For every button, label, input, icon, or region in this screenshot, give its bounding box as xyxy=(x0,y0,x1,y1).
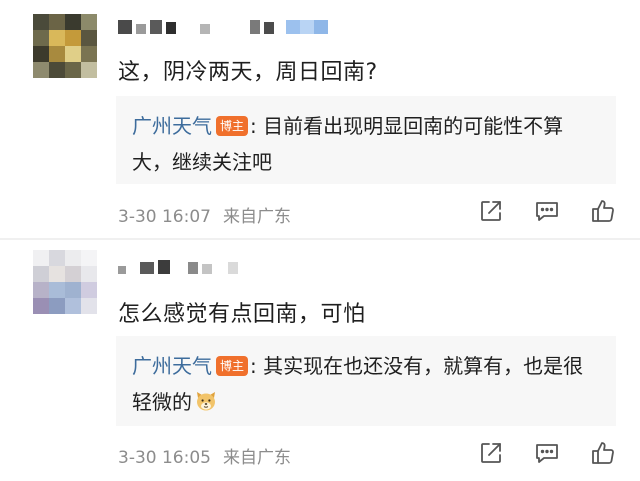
blogger-badge: 博主 xyxy=(216,356,249,376)
comment-meta: 3-30 16:05 来自广东 xyxy=(118,443,291,468)
comment-text: 怎么感觉有点回南，可怕 xyxy=(118,302,366,327)
reply-author-link[interactable]: 广州天气 xyxy=(132,354,212,378)
reply-author-link[interactable]: 广州天气 xyxy=(132,114,212,138)
comment-location: 来自广东 xyxy=(222,448,291,468)
blogger-reply[interactable]: 广州天气 博主: 其实现在也还没有，就算有，也是很轻微的 xyxy=(116,336,616,426)
thumbs-up-icon[interactable] xyxy=(590,198,616,224)
comment-time: 3-30 16:05 xyxy=(118,448,211,468)
comment-location: 来自广东 xyxy=(222,207,291,227)
username-redacted[interactable] xyxy=(118,16,338,38)
comment-text: 这，阴冷两天，周日回南? xyxy=(118,60,378,85)
comment-actions xyxy=(478,440,616,466)
comment-item: 怎么感觉有点回南，可怕 广州天气 博主: 其实现在也还没有，就算有，也是很轻微的 … xyxy=(0,240,640,481)
blogger-badge: 博主 xyxy=(216,116,249,136)
doge-emoji-icon xyxy=(197,392,215,411)
thumbs-up-icon[interactable] xyxy=(590,440,616,466)
comment-icon[interactable] xyxy=(534,440,560,466)
blogger-reply[interactable]: 广州天气 博主: 目前看出现明显回南的可能性不算大，继续关注吧 xyxy=(116,96,616,184)
comment-item: 这，阴冷两天，周日回南? 广州天气 博主: 目前看出现明显回南的可能性不算大，继续… xyxy=(0,0,640,238)
comment-meta: 3-30 16:07 来自广东 xyxy=(118,202,291,227)
comment-icon[interactable] xyxy=(534,198,560,224)
comment-actions xyxy=(478,198,616,224)
username-redacted[interactable] xyxy=(118,256,258,278)
avatar[interactable] xyxy=(33,14,97,78)
avatar[interactable] xyxy=(33,250,97,314)
share-icon[interactable] xyxy=(478,440,504,466)
comment-time: 3-30 16:07 xyxy=(118,207,211,227)
share-icon[interactable] xyxy=(478,198,504,224)
